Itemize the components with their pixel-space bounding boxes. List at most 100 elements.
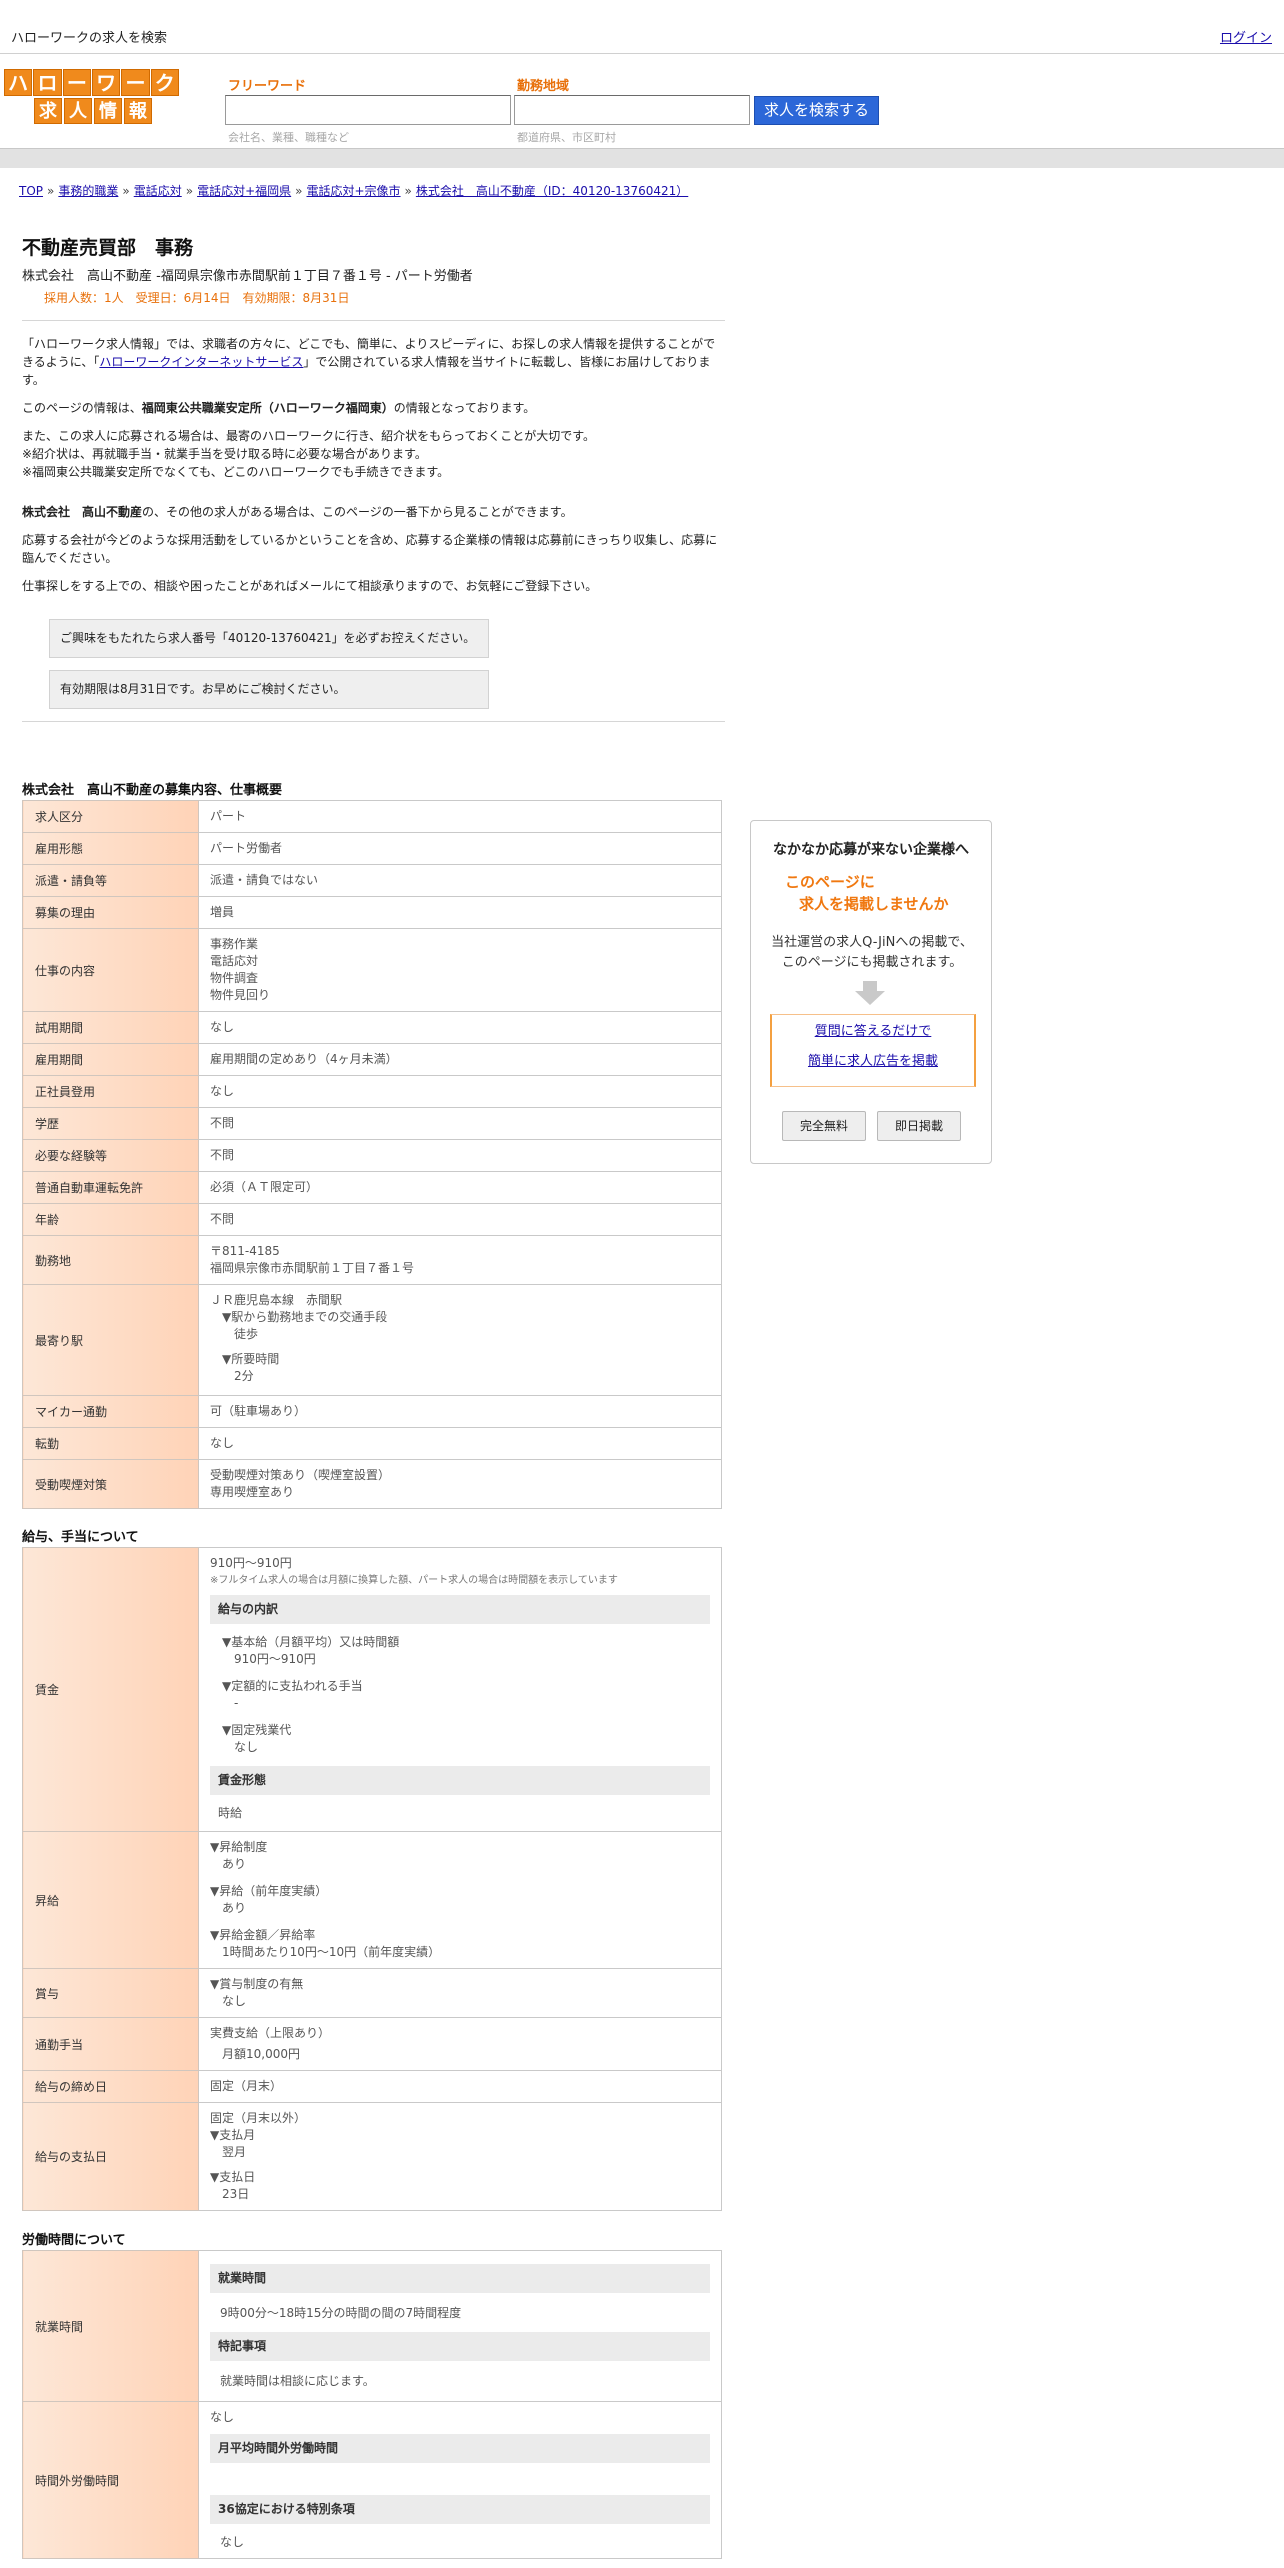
breadcrumb: TOP» 事務的職業» 電話応対» 電話応対+福岡県» 電話応対+宗像市» 株式会社 高山…: [19, 184, 689, 198]
breadcrumb-company[interactable]: 株式会社 高山不動産（ID：40120-13760421）: [416, 184, 688, 198]
row-key: 最寄り駅: [22, 1284, 199, 1396]
free-badge: 完全無料: [782, 1111, 866, 1141]
table-row: 通勤手当 実費支給（上限あり） 月額10,000円: [22, 2017, 722, 2071]
row-value: 事務作業 電話応対 物件調査 物件見回り: [198, 928, 722, 1012]
expiry-notice: 有効期限は8月31日です。お早めにご検討ください。: [49, 670, 489, 709]
table-row: 年齢 不問: [22, 1203, 722, 1236]
search-header: ハローワーク 求人情報 フリーワード 会社名、業種、職種など 勤務地域 都道府県…: [0, 55, 1284, 147]
row-key: 普通自動車運転免許: [22, 1171, 199, 1204]
row-key: 学歴: [22, 1107, 199, 1140]
freeword-input[interactable]: [225, 95, 511, 125]
overtime-average-heading: 月平均時間外労働時間: [210, 2434, 710, 2463]
row-value: 固定（月末）: [198, 2070, 722, 2103]
row-key: 派遣・請負等: [22, 864, 199, 897]
table-row: 仕事の内容 事務作業 電話応対 物件調査 物件見回り: [22, 928, 722, 1012]
freeword-hint: 会社名、業種、職種など: [228, 131, 349, 144]
row-key: 給与の支払日: [22, 2102, 199, 2211]
table-row: 普通自動車運転免許 必須（ＡＴ限定可）: [22, 1171, 722, 1204]
job-number-notice: ご興味をもたれたら求人番号「40120-13760421」を必ずお控えください。: [49, 619, 489, 658]
special-notes-heading: 特記事項: [210, 2332, 710, 2361]
row-value: 可（駐車場あり）: [198, 1395, 722, 1428]
arrow-down-icon: [855, 981, 885, 1005]
divider-bar: [0, 148, 1284, 168]
table-row: 派遣・請負等 派遣・請負ではない: [22, 864, 722, 897]
table-row: 時間外労働時間 なし 月平均時間外労働時間 36協定における特別条項 なし: [22, 2401, 722, 2559]
row-key: 必要な経験等: [22, 1139, 199, 1172]
row-value: なし: [198, 1011, 722, 1044]
table-row: 学歴 不問: [22, 1107, 722, 1140]
overview-section-title: 株式会社 高山不動産の募集内容、仕事概要: [22, 783, 283, 798]
intro-paragraph: 「ハローワーク求人情報」では、求職者の方々に、どこでも、簡単に、よりスピーディに…: [22, 337, 716, 387]
table-row: 勤務地 〒811-4185 福岡県宗像市赤間駅前１丁目７番１号: [22, 1235, 722, 1285]
table-row: 最寄り駅 ＪＲ鹿児島本線 赤間駅 ▼駅から勤務地までの交通手段 徒歩 ▼所要時間 2分: [22, 1284, 722, 1396]
row-value: 就業時間 9時00分〜18時15分の時間の間の7時間程度 特記事項 就業時間は相…: [198, 2250, 722, 2402]
breadcrumb-category[interactable]: 事務的職業: [58, 184, 118, 198]
login-link[interactable]: ログイン: [1220, 27, 1272, 46]
row-value: 必須（ＡＴ限定可）: [198, 1171, 722, 1204]
table-row: 賞与 ▼賞与制度の有無 なし: [22, 1968, 722, 2018]
sidebar-link-post-ad[interactable]: 簡単に求人広告を掲載: [772, 1049, 974, 1075]
hours-section-title: 労働時間について: [22, 2233, 126, 2248]
row-key: 賞与: [22, 1968, 199, 2018]
row-key: 仕事の内容: [22, 928, 199, 1012]
search-button[interactable]: 求人を検索する: [754, 96, 879, 125]
table-row: 賃金 910円〜910円 ※フルタイム求人の場合は月額に換算した額、パート求人の…: [22, 1547, 722, 1832]
divider: [22, 721, 725, 722]
row-value: ＪＲ鹿児島本線 赤間駅 ▼駅から勤務地までの交通手段 徒歩 ▼所要時間 2分: [198, 1284, 722, 1396]
table-row: 試用期間 なし: [22, 1011, 722, 1044]
row-value: 増員: [198, 896, 722, 929]
overview-table: 求人区分 パート 雇用形態 パート労働者 派遣・請負等 派遣・請負ではない 募集の理由 増員仕…: [22, 800, 722, 1509]
row-value: 不問: [198, 1203, 722, 1236]
table-row: 必要な経験等 不問: [22, 1139, 722, 1172]
salary-table: 賃金 910円〜910円 ※フルタイム求人の場合は月額に換算した額、パート求人の…: [22, 1547, 722, 2211]
breadcrumb-job-type[interactable]: 電話応対: [134, 184, 182, 198]
table-row: 求人区分 パート: [22, 800, 722, 833]
breakdown-heading: 給与の内訳: [210, 1595, 710, 1624]
breadcrumb-top[interactable]: TOP: [19, 184, 43, 198]
table-row: 雇用期間 雇用期間の定めあり（4ヶ月未満）: [22, 1043, 722, 1076]
breadcrumb-city[interactable]: 電話応対+宗像市: [306, 184, 400, 198]
hours-table: 就業時間 就業時間 9時00分〜18時15分の時間の間の7時間程度 特記事項 就…: [22, 2250, 722, 2559]
table-row: 受動喫煙対策 受動喫煙対策あり（喫煙室設置） 専用喫煙室あり: [22, 1459, 722, 1509]
work-hours-heading: 就業時間: [210, 2264, 710, 2293]
hellowork-logo[interactable]: ハローワーク 求人情報: [4, 69, 180, 127]
table-row: 募集の理由 増員: [22, 896, 722, 929]
row-value: 不問: [198, 1139, 722, 1172]
divider: [22, 320, 725, 321]
row-value: 910円〜910円 ※フルタイム求人の場合は月額に換算した額、パート求人の場合は…: [198, 1547, 722, 1832]
consult-paragraph: 仕事探しをする上での、相談や困ったことがあればメールにて相談承りますので、お気軽…: [22, 579, 598, 593]
row-key: 求人区分: [22, 800, 199, 833]
breadcrumb-prefecture[interactable]: 電話応対+福岡県: [197, 184, 291, 198]
table-row: 昇給 ▼昇給制度 あり ▼昇給（前年度実績） あり ▼昇給金額／昇給率 1時間あたり1…: [22, 1831, 722, 1969]
row-key: 受動喫煙対策: [22, 1459, 199, 1509]
other-jobs-paragraph: 株式会社 高山不動産の、その他の求人がある場合は、このページの一番下から見ること…: [22, 505, 573, 519]
office-paragraph: このページの情報は、福岡東公共職業安定所（ハローワーク福岡東）の情報となっており…: [22, 401, 536, 415]
area-input[interactable]: [514, 95, 750, 125]
row-key: マイカー通勤: [22, 1395, 199, 1428]
row-key: 賃金: [22, 1547, 199, 1832]
sidebar-link-question[interactable]: 質問に答えるだけで: [772, 1019, 974, 1045]
row-value: なし: [198, 1075, 722, 1108]
row-key: 就業時間: [22, 2250, 199, 2402]
row-value: 不問: [198, 1107, 722, 1140]
job-meta: 採用人数：1人 受理日：6月14日 有効期限：8月31日: [44, 291, 350, 305]
top-bar: ハローワークの求人を検索 ログイン: [0, 0, 1284, 54]
row-key: 試用期間: [22, 1011, 199, 1044]
row-key: 転勤: [22, 1427, 199, 1460]
row-key: 通勤手当: [22, 2017, 199, 2071]
hellowork-internet-link[interactable]: ハローワークインターネットサービス: [99, 355, 303, 369]
table-row: 正社員登用 なし: [22, 1075, 722, 1108]
salary-section-title: 給与、手当について: [22, 1530, 139, 1545]
table-row: 給与の支払日 固定（月末以外） ▼支払月 翌月 ▼支払日 23日: [22, 2102, 722, 2211]
row-key: 給与の締め日: [22, 2070, 199, 2103]
row-value: なし: [198, 1427, 722, 1460]
row-value: 受動喫煙対策あり（喫煙室設置） 専用喫煙室あり: [198, 1459, 722, 1509]
site-title: ハローワークの求人を検索: [11, 31, 168, 46]
area-label: 勤務地域: [517, 79, 570, 94]
row-value: 固定（月末以外） ▼支払月 翌月 ▼支払日 23日: [198, 2102, 722, 2211]
advertise-sidebar: なかなか応募が来ない企業様へ このページに 求人を掲載しませんか 当社運営の求人…: [750, 820, 992, 1164]
row-key: 雇用期間: [22, 1043, 199, 1076]
job-subtitle: 株式会社 高山不動産 -福岡県宗像市赤間駅前１丁目７番１号 - パート労働者: [22, 269, 473, 284]
table-row: 就業時間 就業時間 9時00分〜18時15分の時間の間の7時間程度 特記事項 就…: [22, 2250, 722, 2402]
job-title: 不動産売買部 事務: [22, 237, 194, 259]
